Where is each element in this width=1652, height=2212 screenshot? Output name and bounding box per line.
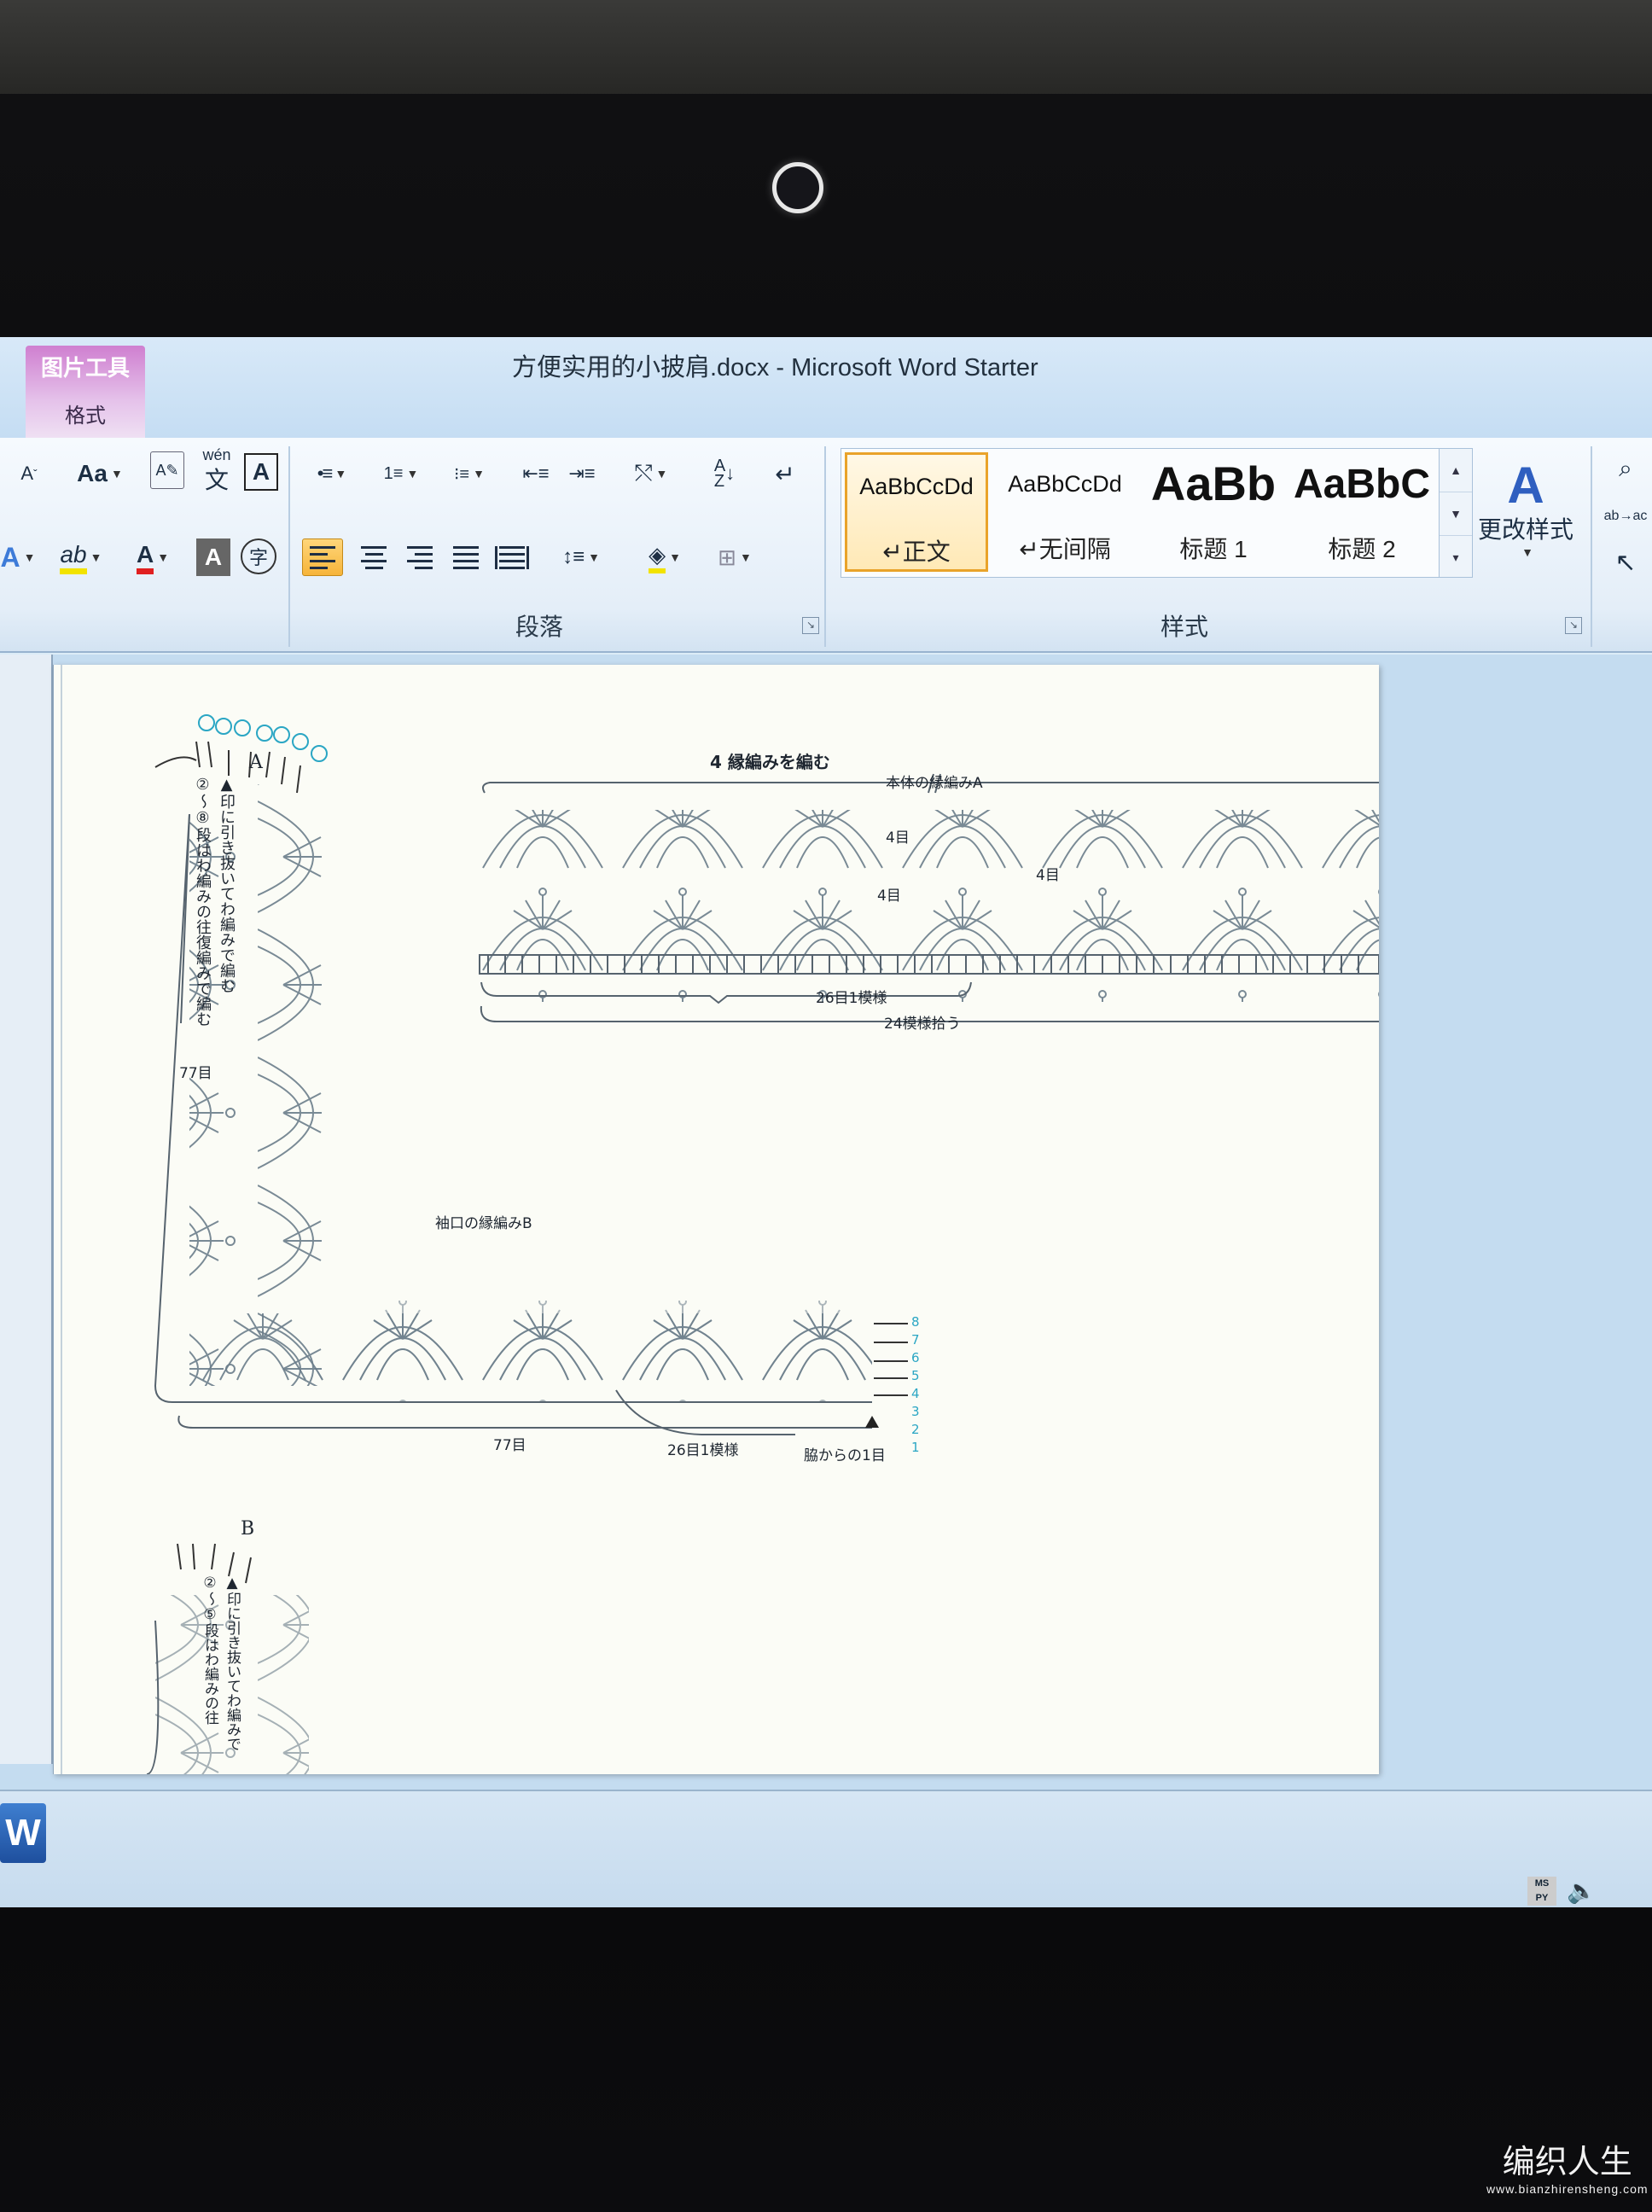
rows-note-b: ②～⑤段はわ編みの往 (201, 1575, 218, 1725)
style-heading-1[interactable]: AaBb 标题 1 (1142, 452, 1285, 572)
watermark-url: www.bianzhirensheng.com (1486, 2182, 1649, 2196)
row-number: 2 (911, 1422, 920, 1437)
change-case-button[interactable]: Aa ▼ (72, 455, 128, 492)
highlight-button[interactable]: ab ▼ (53, 538, 109, 576)
text-direction-icon[interactable]: ⤲ ▼ (623, 455, 679, 492)
clear-format-icon[interactable]: A✎ (150, 451, 184, 489)
rows-note-a: ②～⑧段はわ編みの往復編みで編む (194, 776, 212, 1027)
pickup-a: 24模様拾う (884, 1016, 961, 1033)
shrink-font-button[interactable]: Aˇ (12, 455, 46, 492)
row-number: 3 (911, 1404, 920, 1419)
paragraph-group-label: 段落 (515, 614, 564, 640)
style-name: ↵无间隔 (1019, 536, 1111, 562)
bullets-button[interactable]: •≡ ▼ (305, 455, 358, 492)
row-mark-3: 4目 (1036, 867, 1060, 884)
text-effect-button[interactable]: A ▼ (0, 538, 36, 576)
decrease-indent-button[interactable]: ⇤≡ (517, 455, 555, 492)
count-bottom: 77目 (493, 1437, 526, 1454)
speaker-icon[interactable]: 🔈 (1567, 1877, 1597, 1906)
styles-dialog-launcher[interactable]: ↘ (1565, 617, 1582, 634)
start-note: 脇からの1目 (804, 1447, 886, 1464)
row-mark-2: 4目 (877, 888, 901, 905)
style-sample: AaBbC (1293, 462, 1430, 507)
char-border-button[interactable]: A (244, 453, 278, 491)
section-heading: 4 縁編みを編む (710, 752, 830, 772)
align-left-button[interactable] (302, 538, 343, 576)
style-gallery-scroll[interactable]: ▲ ▼ ▾ (1439, 448, 1473, 578)
watermark: 编织人生 www.bianzhirensheng.com (1486, 2135, 1649, 2196)
crochet-diagram[interactable] (53, 665, 1379, 1774)
word-app-icon[interactable]: W (0, 1803, 46, 1863)
align-center-button[interactable] (353, 538, 394, 576)
justify-button[interactable] (445, 538, 486, 576)
gallery-down-icon[interactable]: ▼ (1440, 492, 1472, 536)
style-name: 标题 2 (1328, 536, 1396, 562)
input-method-badge[interactable]: MS PY (1527, 1877, 1556, 1906)
border-b-title: 袖口の縁編みB (435, 1215, 532, 1232)
document-area: 4 縁編みを編む A 本体の縁編みA 4目 4目 4目 ▲印に引き抜いてわ編みで… (0, 655, 1652, 1790)
tab-format[interactable]: 格式 (26, 399, 145, 428)
title-bar: 图片工具 格式 方便实用的小披肩.docx - Microsoft Word S… (0, 337, 1652, 438)
replace-icon[interactable]: ab→ac (1604, 498, 1648, 535)
count-side: 77目 (179, 1065, 212, 1082)
row-mark-1: 4目 (886, 830, 910, 847)
row-number: 8 (911, 1314, 920, 1330)
instruction-a: ▲印に引き抜いてわ編みで編む (218, 776, 236, 993)
shading-button[interactable]: ◈ ▼ (635, 538, 695, 576)
label-b: B (241, 1518, 255, 1540)
line-spacing-button[interactable]: ↕≡ ▼ (553, 538, 609, 576)
repeat-a: 26目1模様 (816, 990, 887, 1007)
enclose-char-button[interactable]: 字 (241, 538, 276, 574)
row-number: 6 (911, 1350, 920, 1365)
char-shading-button[interactable]: A (196, 538, 230, 576)
styles-group-label: 样式 (1160, 614, 1209, 640)
borders-button[interactable]: ⊞ ▼ (705, 538, 765, 576)
change-styles-button[interactable]: A 更改样式 ▼ (1475, 450, 1577, 569)
row-number: 4 (911, 1386, 920, 1401)
border-a-chart (479, 773, 1379, 1022)
style-no-spacing[interactable]: AaBbCcDd ↵无间隔 (993, 452, 1137, 572)
change-styles-icon: A (1507, 457, 1544, 514)
style-name: 标题 1 (1179, 536, 1248, 562)
sort-icon[interactable]: A Z ↓ (705, 455, 744, 492)
numbering-button[interactable]: 1≡ ▼ (372, 455, 430, 492)
picture-tools-context-tab[interactable]: 图片工具 格式 (26, 346, 145, 438)
paragraph-dialog-launcher[interactable]: ↘ (802, 617, 819, 634)
document-page[interactable]: 4 縁編みを編む A 本体の縁編みA 4目 4目 4目 ▲印に引き抜いてわ編みで… (53, 665, 1379, 1774)
style-name: ↵正文 (882, 538, 951, 565)
style-gallery: AaBbCcDd ↵正文 AaBbCcDd ↵无间隔 AaBb 标题 1 AaB… (841, 448, 1457, 578)
style-sample: AaBbCcDd (859, 474, 974, 499)
instruction-b: ▲印に引き抜いてわ編みで (224, 1575, 241, 1751)
watermark-title: 编织人生 (1502, 2143, 1632, 2180)
increase-indent-button[interactable]: ⇥≡ (563, 455, 601, 492)
row-number: 7 (911, 1332, 920, 1348)
screen: 图片工具 格式 方便实用的小披肩.docx - Microsoft Word S… (0, 337, 1652, 1907)
select-icon[interactable]: ↖ (1604, 544, 1647, 581)
row-number: 5 (911, 1368, 920, 1383)
align-right-button[interactable] (399, 538, 440, 576)
style-normal[interactable]: AaBbCcDd ↵正文 (845, 452, 988, 572)
ribbon: Aˇ Aa ▼ A✎ wén 文 A A ▼ ab ▼ A ▼ A 字 •≡ ▼ 1≡ ▼ ⁝… (0, 438, 1652, 653)
style-heading-2[interactable]: AaBbC 标题 2 (1290, 452, 1434, 572)
font-color-button[interactable]: A ▼ (125, 538, 181, 576)
border-a-title: 本体の縁編みA (886, 775, 983, 792)
distributed-button[interactable] (492, 538, 532, 576)
webcam (772, 162, 823, 213)
vertical-ruler (0, 655, 53, 1764)
find-icon[interactable]: ⌕ (1604, 450, 1647, 487)
taskbar: W MS PY 🔈 (0, 1790, 1652, 1907)
show-marks-icon[interactable]: ↵ (768, 455, 802, 492)
repeat-b: 26目1模様 (667, 1442, 739, 1459)
label-a: A (249, 752, 263, 773)
style-sample: AaBbCcDd (1008, 471, 1122, 497)
row-numbers-b: 8 7 6 5 4 3 2 1 (911, 1313, 920, 1457)
multilevel-list-button[interactable]: ⁝≡ ▼ (440, 455, 498, 492)
gallery-up-icon[interactable]: ▲ (1440, 449, 1472, 492)
context-tab-title: 图片工具 (40, 355, 130, 381)
window-title: 方便实用的小披肩.docx - Microsoft Word Starter (512, 354, 1038, 381)
style-sample: AaBb (1150, 457, 1277, 510)
row-number: 1 (911, 1440, 920, 1455)
gallery-more-icon[interactable]: ▾ (1440, 536, 1472, 579)
phonetic-guide-button[interactable]: wén 文 (198, 446, 236, 493)
